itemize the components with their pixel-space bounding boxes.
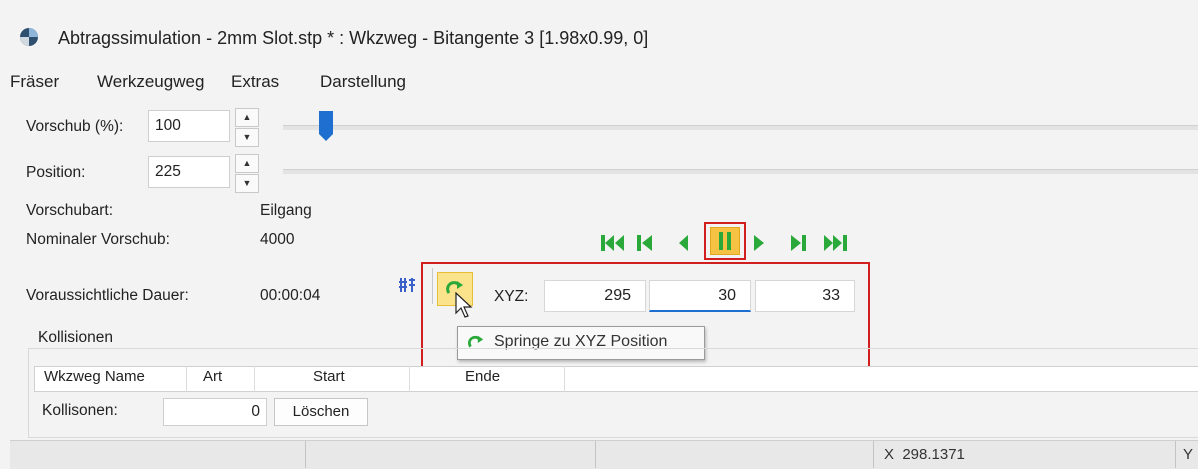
position-slider-track[interactable] xyxy=(283,169,1198,174)
menu-werkzeugweg[interactable]: Werkzeugweg xyxy=(97,72,204,92)
skip-to-end-icon[interactable] xyxy=(822,232,848,254)
pause-icon xyxy=(719,232,731,250)
dauer-label: Voraussichtliche Dauer: xyxy=(26,287,189,304)
vorschub-spinner[interactable]: ▲ ▼ xyxy=(235,108,259,148)
y-input[interactable]: 30 xyxy=(649,280,751,312)
window-title: Abtragssimulation - 2mm Slot.stp * : Wkz… xyxy=(58,28,649,48)
vorschubart-label: Vorschubart: xyxy=(26,202,114,219)
status-separator xyxy=(1175,441,1176,468)
collisions-group-label: Kollisionen xyxy=(34,329,117,347)
spin-down-icon[interactable]: ▼ xyxy=(235,174,259,193)
spin-down-icon[interactable]: ▼ xyxy=(235,128,259,147)
position-spinner[interactable]: ▲ ▼ xyxy=(235,154,259,194)
nominaler-vorschub-label: Nominaler Vorschub: xyxy=(26,231,170,248)
menu-darstellung[interactable]: Darstellung xyxy=(320,72,406,92)
position-input[interactable]: 225 xyxy=(148,156,230,188)
column-separator xyxy=(254,366,255,392)
step-back-segment-icon[interactable] xyxy=(636,232,656,254)
column-ende[interactable]: Ende xyxy=(465,368,500,385)
x-input[interactable]: 295 xyxy=(544,280,646,312)
status-bar xyxy=(10,440,1198,469)
vorschubart-value: Eilgang xyxy=(260,202,312,219)
skip-to-start-icon[interactable] xyxy=(600,232,626,254)
xyz-label: XYZ: xyxy=(494,288,529,305)
vorschub-slider-track[interactable] xyxy=(283,125,1198,130)
column-art[interactable]: Art xyxy=(203,368,222,385)
x-coordinate-readout: X 298.1371 xyxy=(884,446,965,463)
toolbar-separator xyxy=(432,268,433,304)
pause-button[interactable] xyxy=(704,222,746,260)
mouse-cursor-icon xyxy=(455,292,473,318)
step-back-icon[interactable] xyxy=(676,232,690,254)
status-separator xyxy=(595,441,596,468)
play-icon[interactable] xyxy=(752,232,766,254)
position-label: Position: xyxy=(26,164,86,181)
dauer-value: 00:00:04 xyxy=(260,287,321,304)
column-separator xyxy=(564,366,565,392)
collisions-count-label: Kollisonen: xyxy=(42,402,118,419)
status-separator xyxy=(305,441,306,468)
status-separator xyxy=(873,441,874,468)
collisions-count-field: 0 xyxy=(163,398,267,426)
clear-collisions-button[interactable]: Löschen xyxy=(274,398,368,426)
menu-extras[interactable]: Extras xyxy=(231,72,279,92)
step-forward-segment-icon[interactable] xyxy=(788,232,808,254)
column-separator xyxy=(409,366,410,392)
column-start[interactable]: Start xyxy=(313,368,345,385)
y-coordinate-readout: Y xyxy=(1183,446,1194,463)
app-icon xyxy=(20,28,38,46)
vorschub-label: Vorschub (%): xyxy=(26,118,124,135)
vorschub-input[interactable]: 100 xyxy=(148,110,230,142)
column-separator xyxy=(186,366,187,392)
vorschub-slider-thumb[interactable] xyxy=(318,110,334,142)
menu-fraeser[interactable]: Fräser xyxy=(10,72,59,92)
axis-toggle-icon[interactable] xyxy=(398,276,416,294)
z-input[interactable]: 33 xyxy=(755,280,855,312)
spin-up-icon[interactable]: ▲ xyxy=(235,154,259,173)
column-wkzweg-name[interactable]: Wkzweg Name xyxy=(44,368,145,385)
spin-up-icon[interactable]: ▲ xyxy=(235,108,259,127)
nominaler-vorschub-value: 4000 xyxy=(260,231,295,248)
